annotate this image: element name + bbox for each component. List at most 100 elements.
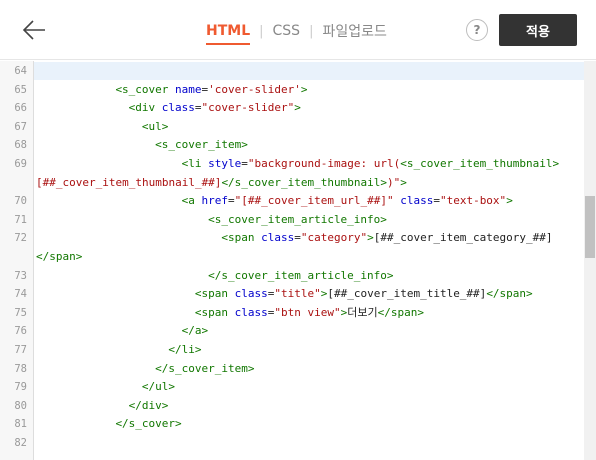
back-button[interactable] — [18, 14, 50, 46]
code-line[interactable]: 71 <s_cover_item_article_info> — [0, 211, 584, 230]
line-number: 67 — [14, 120, 27, 133]
code-token: </s_cover_item_thumbnail> — [221, 175, 388, 189]
code-token: </span> — [486, 287, 533, 301]
line-number: 70 — [14, 195, 27, 208]
apply-button[interactable]: 적용 — [499, 14, 577, 46]
code-line[interactable]: 77 </li> — [0, 341, 584, 360]
line-number: 74 — [14, 288, 27, 301]
code-token: class — [400, 194, 434, 208]
code-line[interactable]: 80 </div> — [0, 397, 584, 416]
line-code: </s_cover_item_article_info> — [208, 267, 393, 286]
code-line[interactable]: [##_cover_item_thumbnail_##]</s_cover_it… — [0, 174, 584, 193]
line-code: </s_cover_item> — [155, 360, 254, 379]
code-line[interactable]: 78 </s_cover_item> — [0, 360, 584, 379]
code-token: = — [294, 231, 301, 245]
code-token: class — [234, 305, 268, 319]
code-token: <span — [194, 287, 228, 301]
code-token: "text-box" — [439, 194, 507, 208]
code-token: href — [201, 194, 229, 208]
line-code: [##_cover_item_thumbnail_##]</s_cover_it… — [36, 174, 407, 193]
line-number: 68 — [14, 139, 27, 152]
code-token: [##_cover_item_thumbnail_##] — [36, 175, 222, 189]
code-line[interactable]: 65 <s_cover name='cover-slider'> — [0, 81, 584, 100]
code-token: = — [241, 156, 248, 170]
code-token: = — [194, 101, 202, 115]
line-number: 79 — [14, 381, 27, 394]
code-token: <span — [221, 231, 255, 245]
line-code: </ul> — [142, 378, 175, 397]
line-code: <ul> — [142, 118, 169, 137]
code-token: 더보기 — [347, 305, 378, 319]
code-line[interactable]: 70 <a href="[##_cover_item_url_##]" class… — [0, 192, 584, 211]
code-token: > — [506, 194, 513, 208]
tab-css[interactable]: CSS — [273, 23, 301, 39]
code-token: </span> — [36, 249, 83, 263]
code-line[interactable]: 74 <span class="title">[##_cover_item_tit… — [0, 285, 584, 304]
line-code: </div> — [129, 397, 169, 416]
code-token: <ul> — [141, 119, 169, 133]
code-line[interactable]: 69 <li style="background-image: url(<s_co… — [0, 155, 584, 174]
code-token: </ul> — [141, 380, 176, 394]
line-number: 78 — [14, 362, 27, 375]
code-token: > — [367, 231, 374, 245]
code-line[interactable]: 76 </a> — [0, 322, 584, 341]
code-lines[interactable]: 64 65 <s_cover name='cover-slider'> 66 <div … — [0, 62, 584, 452]
code-token: </span> — [377, 305, 424, 319]
line-code: </span> — [36, 248, 82, 267]
code-line[interactable]: 68 <s_cover_item> — [0, 136, 584, 155]
code-line[interactable]: 75 <span class="btn view">더보기</span> — [0, 304, 584, 323]
code-token: "category" — [300, 231, 368, 245]
code-line[interactable]: 72 <span class="category">[##_cover_item_… — [0, 229, 584, 248]
code-token: "title" — [274, 287, 321, 301]
code-token: class — [261, 231, 295, 245]
code-token: <s_cover_item_thumbnail> — [400, 156, 560, 170]
line-number: 66 — [14, 102, 27, 115]
vertical-scrollbar[interactable] — [584, 61, 596, 460]
code-token: </s_cover> — [115, 417, 182, 431]
code-line[interactable]: </span> — [0, 248, 584, 267]
code-token: <s_cover_item> — [155, 138, 248, 152]
code-line[interactable]: 73 </s_cover_item_article_info> — [0, 267, 584, 286]
code-token: [##_cover_item_title_##] — [327, 287, 487, 301]
code-token: 'cover-slider' — [208, 82, 301, 96]
code-line[interactable]: 81 </s_cover> — [0, 415, 584, 434]
tab-html[interactable]: HTML — [206, 23, 251, 45]
code-token: "[##_cover_item_url_##]" — [234, 194, 394, 208]
tab-file-upload[interactable]: 파일업로드 — [322, 21, 386, 41]
code-token: </li> — [168, 342, 202, 356]
top-bar: HTML | CSS | 파일업로드 ? 적용 — [0, 0, 596, 60]
code-token: [##_cover_item_category_##] — [373, 231, 553, 245]
code-token: "background-image: url( — [247, 156, 401, 170]
code-token: <s_cover — [115, 82, 169, 96]
scrollbar-thumb[interactable] — [585, 196, 595, 258]
line-code: <s_cover name='cover-slider'> — [115, 81, 307, 100]
code-token: > — [400, 175, 407, 189]
code-line[interactable]: 66 <div class="cover-slider"> — [0, 99, 584, 118]
help-button[interactable]: ? — [466, 19, 488, 41]
line-code: <span class="title">[##_cover_item_title… — [195, 285, 533, 304]
line-code: <a href="[##_cover_item_url_##]" class="… — [182, 192, 513, 211]
line-number: 75 — [14, 306, 27, 319]
code-token: </s_cover_item_article_info> — [208, 268, 394, 282]
code-token: > — [300, 82, 308, 96]
code-line[interactable]: 67 <ul> — [0, 118, 584, 137]
line-code: <s_cover_item> — [155, 136, 248, 155]
code-token: "btn view" — [274, 305, 341, 319]
line-number: 77 — [14, 343, 27, 356]
code-token: > — [294, 101, 301, 115]
code-editor[interactable]: 64 65 <s_cover name='cover-slider'> 66 <div … — [0, 61, 596, 460]
code-token: <span — [194, 305, 228, 319]
line-number: 71 — [14, 213, 27, 226]
code-line[interactable]: 82 — [0, 434, 584, 453]
line-code: <div class="cover-slider"> — [129, 99, 301, 118]
code-token: <div — [128, 101, 156, 115]
code-line[interactable]: 79 </ul> — [0, 378, 584, 397]
line-number: 65 — [14, 83, 27, 96]
line-code: <span class="category">[##_cover_item_ca… — [221, 229, 552, 248]
code-line[interactable]: 64 — [0, 62, 584, 81]
code-token: name — [175, 82, 202, 96]
code-token: class — [234, 287, 268, 301]
code-token: <s_cover_item_article_info> — [208, 212, 387, 226]
